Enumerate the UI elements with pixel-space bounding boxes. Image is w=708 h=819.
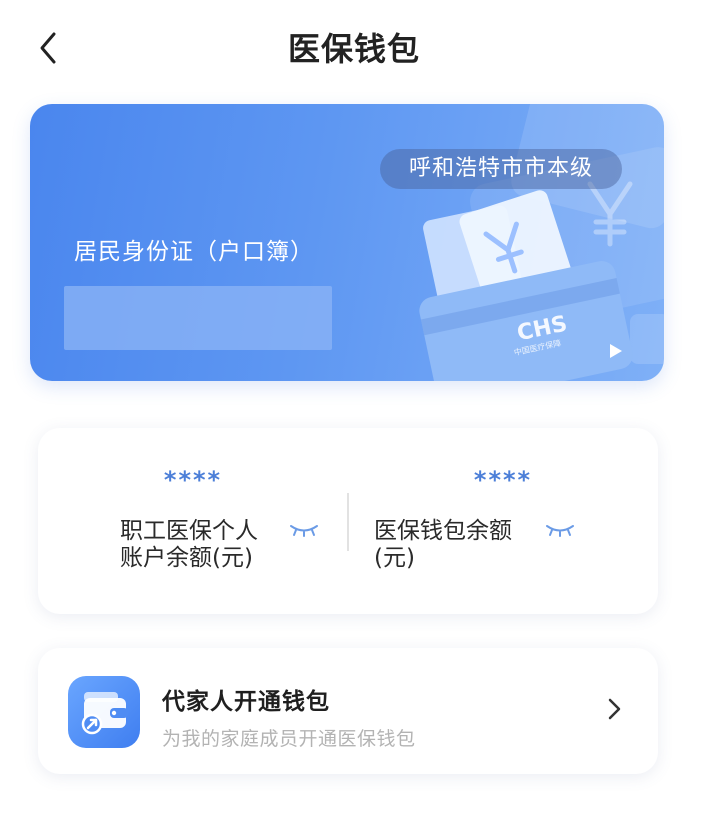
balance-label-line: 账户余额(元) [120, 545, 253, 571]
header: 医保钱包 [0, 0, 708, 92]
id-number-masked [64, 286, 332, 350]
wallet-balance[interactable]: **** 医保钱包余额 (元) [348, 428, 658, 614]
wallet-icon [68, 676, 140, 748]
family-wallet-title: 代家人开通钱包 [162, 689, 330, 715]
id-type-label: 居民身份证（户口簿） [74, 239, 314, 265]
balance-label-line: (元) [374, 545, 415, 571]
balance-value-masked: **** [473, 466, 533, 494]
balance-label-line: 医保钱包余额 [374, 518, 512, 544]
balance-label: 医保钱包余额 (元) [374, 518, 534, 572]
chevron-right-icon [608, 698, 621, 720]
play-icon[interactable] [608, 342, 624, 360]
eye-closed-icon[interactable] [544, 523, 576, 537]
region-badge: 呼和浩特市市本级 [380, 149, 622, 189]
insurance-card[interactable]: CHS 中国医疗保障 呼和浩特市市本级 居民身份证（户口簿） [30, 104, 664, 381]
page-title: 医保钱包 [287, 30, 420, 68]
eye-closed-icon[interactable] [288, 523, 320, 537]
balance-value-masked: **** [163, 466, 223, 494]
balance-panel: **** 职工医保个人 账户余额(元) **** 医保钱包余额 (元) [38, 428, 658, 614]
balance-label-line: 职工医保个人 [120, 518, 258, 544]
employee-account-balance[interactable]: **** 职工医保个人 账户余额(元) [38, 428, 348, 614]
family-wallet-subtitle: 为我的家庭成员开通医保钱包 [162, 728, 416, 750]
balance-label: 职工医保个人 账户余额(元) [120, 518, 280, 572]
open-family-wallet-row[interactable]: 代家人开通钱包 为我的家庭成员开通医保钱包 [38, 648, 658, 774]
